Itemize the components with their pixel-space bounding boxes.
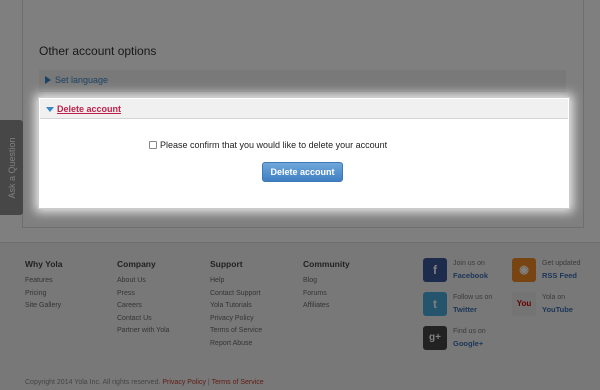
- confirm-delete-label: Please confirm that you would like to de…: [160, 140, 388, 150]
- expand-down-icon: [46, 107, 54, 112]
- delete-account-header[interactable]: Delete account: [40, 99, 568, 119]
- delete-account-link[interactable]: Delete account: [57, 104, 121, 114]
- confirm-delete-checkbox[interactable]: [149, 141, 157, 149]
- confirm-delete-row[interactable]: Please confirm that you would like to de…: [149, 140, 387, 150]
- delete-account-button[interactable]: Delete account: [262, 162, 343, 182]
- delete-account-panel: Delete account Please confirm that you w…: [38, 97, 570, 209]
